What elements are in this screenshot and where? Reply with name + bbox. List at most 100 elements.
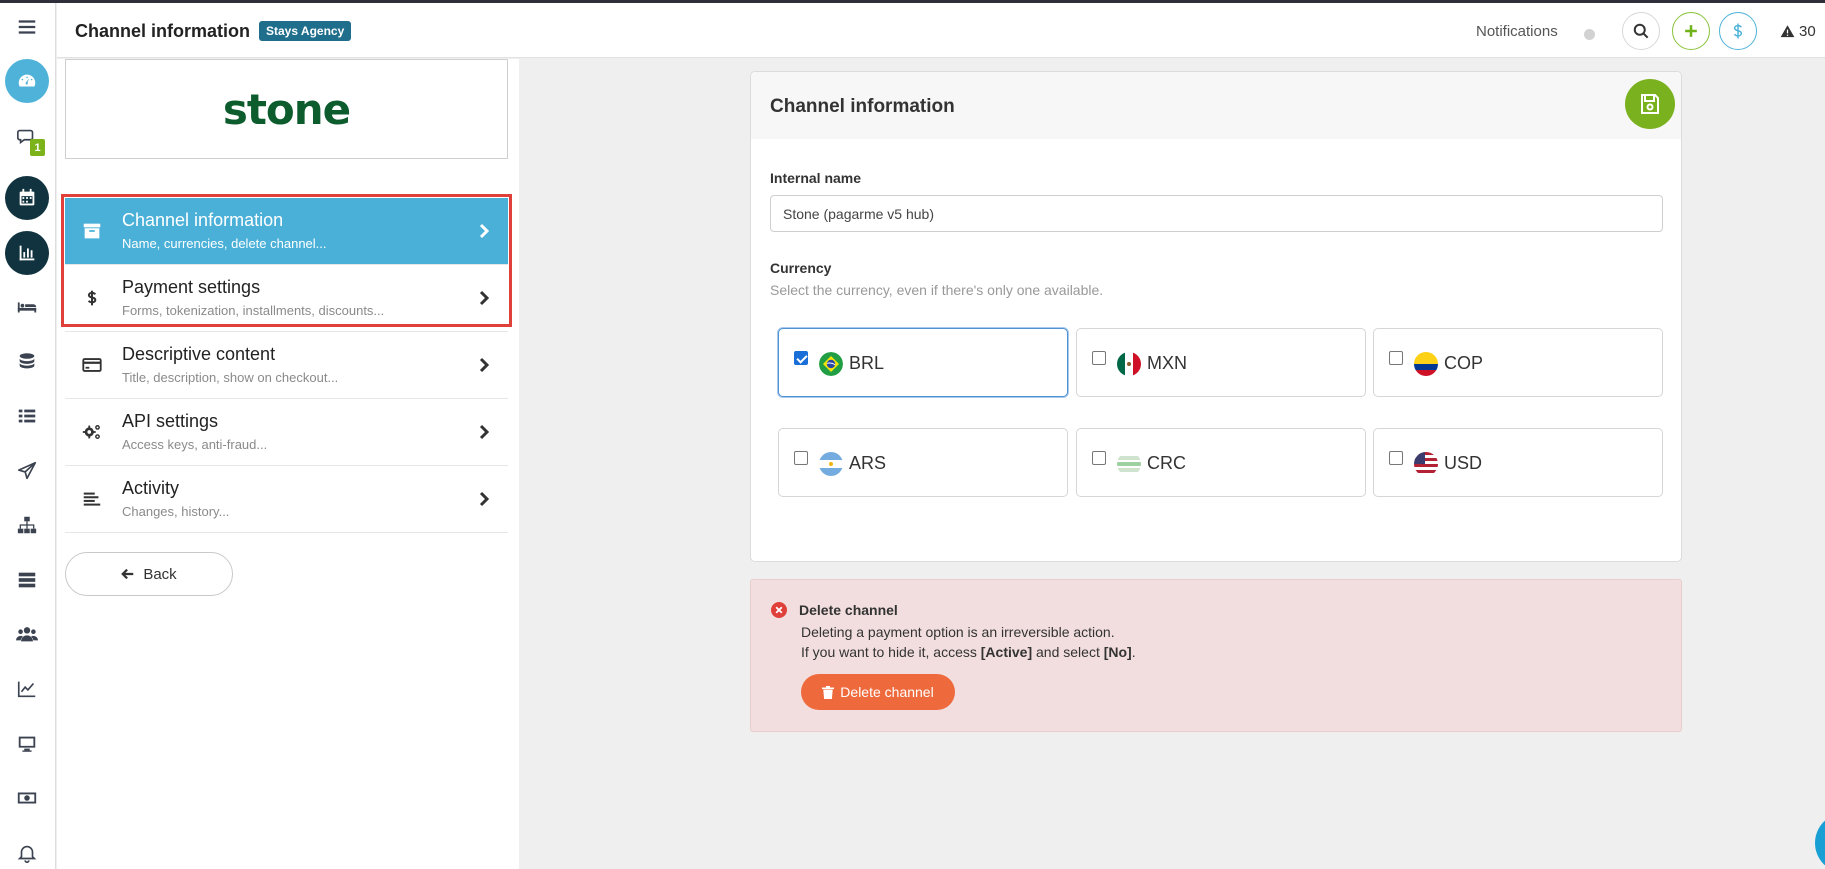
brazil-flag-icon	[819, 352, 843, 376]
delete-channel-button[interactable]: Delete channel	[801, 674, 955, 710]
chevron-right-icon	[479, 223, 490, 239]
sitemap-icon[interactable]	[5, 503, 49, 547]
warning-icon	[1780, 25, 1795, 38]
plus-icon	[1685, 25, 1697, 37]
menu-item-subtitle: Name, currencies, delete channel...	[122, 236, 327, 251]
menu-item-payment-settings[interactable]: Payment settings Forms, tokenization, in…	[65, 265, 508, 332]
currency-label: Currency	[770, 260, 832, 276]
active-keyword: [Active]	[980, 644, 1033, 660]
currency-checkbox[interactable]	[794, 451, 808, 465]
currency-code: USD	[1444, 453, 1483, 473]
costa-rica-flag-icon	[1117, 452, 1141, 476]
calendar-icon[interactable]	[5, 176, 49, 220]
search-button[interactable]	[1622, 12, 1660, 50]
chevron-right-icon	[479, 290, 490, 306]
arrow-left-icon	[121, 568, 134, 580]
send-icon[interactable]	[5, 449, 49, 493]
currency-code: CRC	[1147, 453, 1186, 473]
no-keyword: [No]	[1103, 644, 1132, 660]
add-button[interactable]	[1672, 12, 1710, 50]
chat-icon[interactable]: 1	[5, 115, 49, 159]
currency-checkbox[interactable]	[1389, 351, 1403, 365]
database-icon[interactable]	[5, 340, 49, 384]
menu-item-subtitle: Access keys, anti-fraud...	[122, 437, 268, 452]
notifications-toggle[interactable]	[1584, 29, 1595, 40]
menu-icon[interactable]	[5, 5, 49, 49]
settings-panel: stone Channel information Name, currenci…	[57, 59, 519, 869]
notifications-label[interactable]: Notifications	[1476, 23, 1558, 40]
channel-logo: stone	[65, 59, 508, 159]
menu-item-api-settings[interactable]: API settings Access keys, anti-fraud...	[65, 399, 508, 466]
trash-icon	[822, 685, 835, 699]
menu-item-activity[interactable]: Activity Changes, history...	[65, 466, 508, 533]
menu-item-title: API settings	[122, 411, 219, 431]
dollar-icon	[1733, 23, 1743, 39]
logo-text: stone	[222, 84, 351, 134]
chevron-right-icon	[479, 357, 490, 373]
monitor-icon[interactable]	[5, 722, 49, 766]
delete-channel-label: Delete channel	[840, 684, 934, 700]
mexico-flag-icon	[1117, 352, 1141, 376]
floppy-disk-icon	[1641, 94, 1659, 114]
page-title: Channel information	[75, 21, 250, 41]
support-chat-button[interactable]	[1815, 813, 1825, 869]
menu-item-channel-information[interactable]: Channel information Name, currencies, de…	[65, 198, 508, 265]
reservations-badge: 1	[30, 139, 45, 156]
currency-checkbox[interactable]	[1092, 351, 1106, 365]
back-button[interactable]: Back	[65, 552, 233, 596]
currency-option-mxn[interactable]: MXN	[1076, 328, 1366, 397]
warning-count: 30	[1799, 23, 1816, 40]
currency-checkbox[interactable]	[794, 351, 808, 365]
icon-rail: 1	[0, 3, 56, 869]
currency-checkbox[interactable]	[1092, 451, 1106, 465]
archive-icon	[81, 220, 103, 242]
usa-flag-icon	[1414, 452, 1438, 476]
error-circle-icon	[771, 602, 787, 618]
server-icon[interactable]	[5, 558, 49, 602]
search-icon	[1633, 23, 1649, 39]
warnings-indicator[interactable]: 30	[1780, 23, 1816, 40]
delete-channel-alert: Delete channel Deleting a payment option…	[750, 579, 1682, 732]
card-title: Channel information	[770, 96, 955, 117]
argentina-flag-icon	[819, 452, 843, 476]
currency-code: ARS	[849, 453, 887, 473]
currency-code: COP	[1444, 353, 1484, 373]
currency-option-usd[interactable]: USD	[1373, 428, 1663, 497]
dashboard-icon[interactable]	[5, 59, 49, 103]
currency-code: BRL	[849, 353, 885, 373]
bar-chart-icon[interactable]	[5, 231, 49, 275]
currency-checkbox[interactable]	[1389, 451, 1403, 465]
menu-item-descriptive-content[interactable]: Descriptive content Title, description, …	[65, 332, 508, 399]
currency-hint: Select the currency, even if there's onl…	[770, 282, 1104, 298]
users-icon[interactable]	[5, 612, 49, 656]
settings-menu: Channel information Name, currencies, de…	[65, 198, 508, 533]
gears-icon	[81, 421, 103, 443]
agency-badge[interactable]: Stays Agency	[259, 21, 352, 41]
save-button[interactable]	[1625, 79, 1675, 129]
currency-option-ars[interactable]: ARS	[778, 428, 1068, 497]
line-chart-icon[interactable]	[5, 667, 49, 711]
align-left-icon	[81, 488, 103, 510]
menu-item-title: Activity	[122, 478, 180, 498]
menu-item-subtitle: Changes, history...	[122, 504, 230, 519]
bed-icon[interactable]	[5, 285, 49, 329]
channel-information-card: Channel information Internal name Curren…	[750, 71, 1682, 562]
alert-title: Delete channel	[799, 602, 898, 618]
alert-hint: If you want to hide it, access [Active] …	[801, 644, 1136, 660]
currency-option-cop[interactable]: COP	[1373, 328, 1663, 397]
top-header: Channel information Stays Agency Notific…	[57, 3, 1825, 58]
alert-message: Deleting a payment option is an irrevers…	[801, 624, 1115, 640]
menu-item-subtitle: Title, description, show on checkout...	[122, 370, 339, 385]
colombia-flag-icon	[1414, 352, 1438, 376]
list-icon[interactable]	[5, 394, 49, 438]
bell-icon[interactable]	[5, 831, 49, 869]
money-icon[interactable]	[5, 776, 49, 820]
currency-option-brl[interactable]: BRL	[778, 328, 1068, 397]
menu-item-subtitle: Forms, tokenization, installments, disco…	[122, 303, 385, 318]
finance-button[interactable]	[1719, 12, 1757, 50]
currency-code: MXN	[1147, 353, 1187, 373]
internal-name-input[interactable]	[770, 195, 1663, 232]
currency-option-crc[interactable]: CRC	[1076, 428, 1366, 497]
chevron-right-icon	[479, 491, 490, 507]
menu-item-title: Payment settings	[122, 277, 261, 297]
